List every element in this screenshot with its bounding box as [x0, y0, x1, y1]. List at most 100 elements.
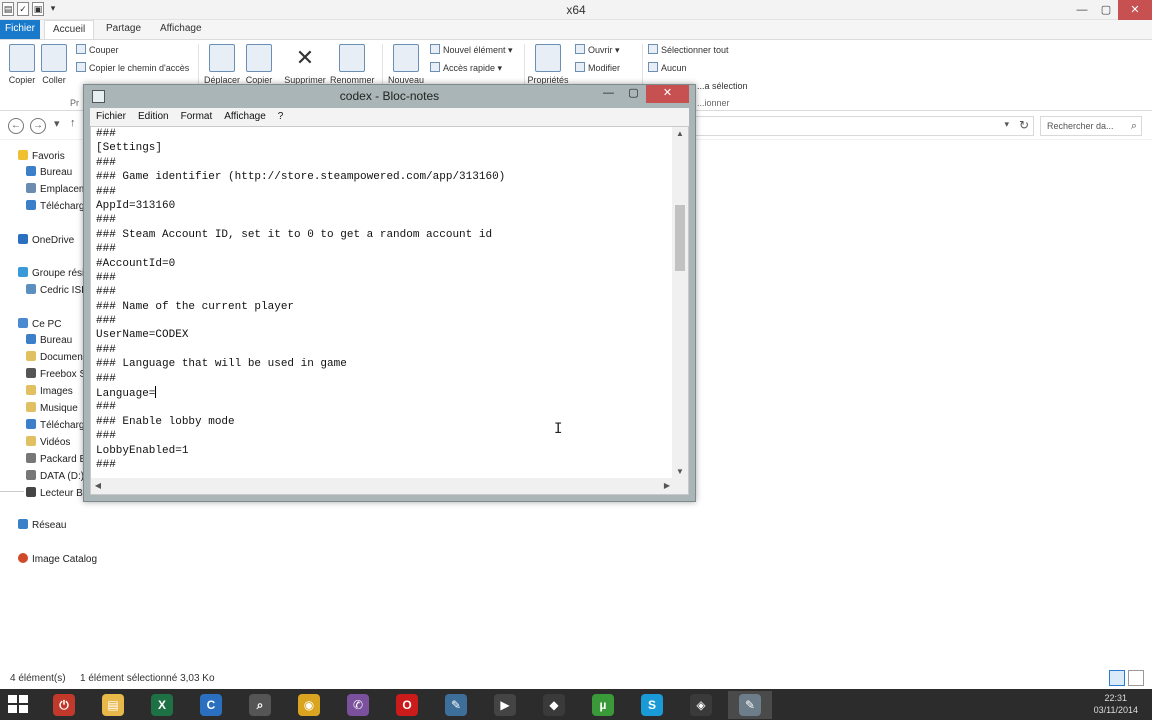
address-dropdown-chevron-icon[interactable]: ▾ [1004, 119, 1009, 130]
delete-button[interactable]: ✕ Supprimer [283, 44, 327, 85]
recent-locations-chevron-icon[interactable]: ▾ [54, 117, 60, 130]
minimize-button[interactable]: — [1070, 0, 1094, 20]
nav-onedrive[interactable]: OneDrive [18, 233, 74, 249]
invert-selection-button[interactable]: ...a sélection [697, 78, 748, 94]
taskbar-button[interactable]: ▤ [91, 691, 135, 719]
notepad-title-bar[interactable]: codex - Bloc-notes — ▢ ✕ [84, 85, 695, 107]
nav-network[interactable]: Réseau [18, 518, 66, 534]
taskbar-button[interactable]: C [189, 691, 233, 719]
desktop-icon [26, 166, 36, 176]
taskbar-button[interactable]: ◆ [532, 691, 576, 719]
text-line: #AccountId=0 [96, 257, 176, 270]
up-arrow-icon[interactable]: ↑ [70, 117, 76, 129]
edit-button[interactable]: Modifier [575, 60, 620, 76]
horizontal-scrollbar[interactable]: ◀ ▶ [91, 478, 674, 494]
system-clock[interactable]: 22:31 03/11/2014 [1094, 692, 1138, 716]
open-button[interactable]: Ouvrir ▾ [575, 42, 620, 58]
nav-pc-pictures[interactable]: Images [26, 384, 86, 400]
vertical-scroll-thumb[interactable] [675, 205, 685, 271]
large-icons-view-icon[interactable] [1128, 670, 1144, 686]
downloads-icon [26, 419, 36, 429]
taskbar-button[interactable]: ⏻ [42, 691, 86, 719]
nav-favorites-downloads[interactable]: Télécharg... [26, 199, 86, 215]
paste-button[interactable]: Coller [32, 44, 76, 85]
details-view-icon[interactable] [1109, 670, 1125, 686]
nav-favorites-desktop[interactable]: Bureau [26, 165, 86, 181]
nav-pc-bd-drive[interactable]: Lecteur B... [26, 486, 86, 502]
taskbar-button[interactable]: ◈ [679, 691, 723, 719]
menu-help[interactable]: ? [272, 108, 290, 126]
taskbar-button[interactable]: ⌕ [238, 691, 282, 719]
nav-pc-videos[interactable]: Vidéos [26, 435, 86, 451]
taskbar-button[interactable]: ◉ [287, 691, 331, 719]
nav-homegroup-user[interactable]: Cedric ISID... [26, 283, 86, 299]
menu-edition[interactable]: Edition [132, 108, 175, 126]
scroll-left-icon[interactable]: ◀ [91, 478, 105, 494]
resize-grip-icon[interactable] [672, 478, 688, 494]
nav-pc-drive-d[interactable]: DATA (D:) [26, 469, 86, 485]
text-line: ### Name of the current player [96, 300, 295, 313]
tab-accueil[interactable]: Accueil [44, 20, 95, 39]
nav-favorites-recent[interactable]: Emplacem... [26, 182, 86, 198]
nav-homegroup[interactable]: Groupe rési... [18, 266, 93, 282]
close-button[interactable]: ✕ [1118, 0, 1152, 20]
menu-affichage[interactable]: Affichage [218, 108, 272, 126]
back-button[interactable]: ← [8, 118, 24, 134]
new-item-button[interactable]: Nouvel élément ▾ [430, 42, 513, 58]
notepad-maximize-button[interactable]: ▢ [621, 85, 646, 103]
nav-pc-drive-c[interactable]: Packard B... [26, 452, 86, 468]
tab-partage[interactable]: Partage [98, 20, 149, 39]
taskbar-button[interactable]: ✎ [728, 691, 772, 719]
properties-button[interactable]: Propriétés [526, 44, 570, 85]
vertical-scrollbar[interactable]: ▲ ▼ [672, 127, 688, 479]
text-line: ### [96, 156, 116, 169]
nav-image-catalog[interactable]: Image Catalog [18, 552, 97, 568]
notepad-close-button[interactable]: ✕ [646, 85, 689, 103]
taskbar-button[interactable]: µ [581, 691, 625, 719]
nav-pc-desktop[interactable]: Bureau [26, 333, 86, 349]
copy-path-button[interactable]: Copier le chemin d'accès [76, 60, 189, 76]
taskbar-button[interactable]: ✎ [434, 691, 478, 719]
address-field[interactable]: ▾ ↻ [694, 116, 1034, 136]
select-all-icon [648, 44, 658, 54]
notepad-text-area[interactable]: ### [Settings] ### ### Game identifier (htt… [90, 126, 689, 495]
text-line: ### [96, 343, 116, 356]
properties-icon [535, 44, 561, 72]
cut-button[interactable]: Couper [76, 42, 119, 58]
taskbar-button[interactable]: S [630, 691, 674, 719]
search-input[interactable]: Rechercher da... ⌕ [1040, 116, 1142, 136]
notepad-minimize-button[interactable]: — [596, 85, 621, 103]
cloud-icon [18, 234, 28, 244]
taskbar-button[interactable]: ▶ [483, 691, 527, 719]
start-button[interactable] [8, 695, 30, 715]
select-none-button[interactable]: Aucun [648, 60, 687, 76]
forward-button[interactable]: → [30, 118, 46, 134]
nav-pc-documents[interactable]: Documen... [26, 350, 86, 366]
copy-to-button[interactable]: Copier [237, 44, 281, 85]
taskbar-button[interactable]: O [385, 691, 429, 719]
nav-this-pc[interactable]: Ce PC [18, 317, 61, 333]
taskbar-button[interactable]: ✆ [336, 691, 380, 719]
taskbar-button[interactable]: X [140, 691, 184, 719]
menu-fichier[interactable]: Fichier [90, 108, 132, 126]
menu-format[interactable]: Format [175, 108, 219, 126]
maximize-button[interactable]: ▢ [1094, 0, 1118, 20]
tab-affichage[interactable]: Affichage [152, 20, 210, 39]
nav-pc-music[interactable]: Musique [26, 401, 86, 417]
notepad-text-content[interactable]: ### [Settings] ### ### Game identifier (htt… [96, 127, 671, 479]
easy-access-button[interactable]: Accès rapide ▾ [430, 60, 502, 76]
new-folder-button[interactable]: Nouveau [384, 44, 428, 85]
refresh-icon[interactable]: ↻ [1019, 118, 1029, 132]
rename-icon [339, 44, 365, 72]
nav-pc-downloads[interactable]: Télécharg... [26, 418, 86, 434]
rename-button[interactable]: Renommer [330, 44, 375, 85]
select-all-button[interactable]: Sélectionner tout [648, 42, 729, 58]
scroll-up-icon[interactable]: ▲ [672, 127, 688, 141]
text-cursor-icon: I [554, 421, 563, 437]
nav-pc-freebox[interactable]: Freebox Se... [26, 367, 86, 383]
tab-fichier[interactable]: Fichier [0, 20, 40, 39]
explorer-window-title: x64 [566, 3, 586, 17]
clipboard-group-label: Pr [70, 98, 79, 108]
nav-favorites[interactable]: Favoris [18, 149, 65, 165]
scroll-down-icon[interactable]: ▼ [672, 465, 688, 479]
